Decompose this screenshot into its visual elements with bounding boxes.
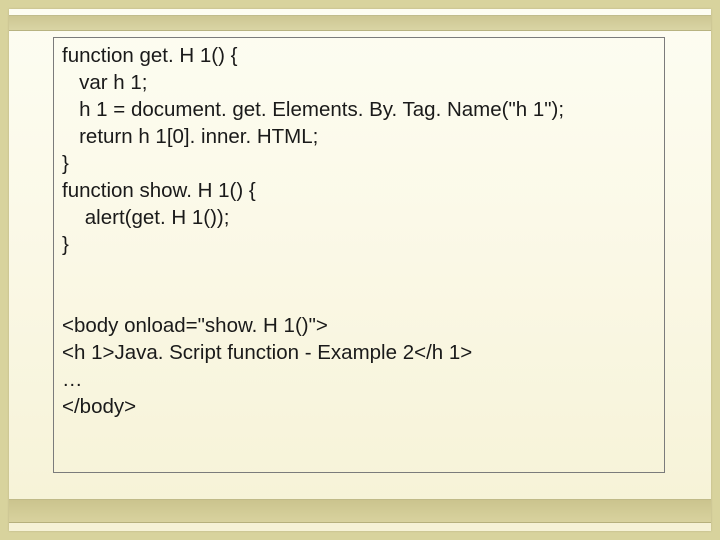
code-line: var h 1; (62, 69, 656, 96)
slide: function get. H 1() { var h 1; h 1 = doc… (9, 9, 711, 531)
code-line: function show. H 1() { (62, 177, 656, 204)
code-line: function get. H 1() { (62, 42, 656, 69)
code-line: } (62, 231, 656, 258)
code-line: <h 1>Java. Script function - Example 2</… (62, 339, 656, 366)
code-line: return h 1[0]. inner. HTML; (62, 123, 656, 150)
blank-line (62, 258, 656, 285)
decorative-bottom-band (9, 499, 711, 523)
code-line: </body> (62, 393, 656, 420)
code-line: … (62, 366, 656, 393)
code-example-box: function get. H 1() { var h 1; h 1 = doc… (53, 37, 665, 473)
code-line: h 1 = document. get. Elements. By. Tag. … (62, 96, 656, 123)
decorative-top-band (9, 15, 711, 31)
code-line: <body onload="show. H 1()"> (62, 312, 656, 339)
blank-line (62, 285, 656, 312)
code-line: } (62, 150, 656, 177)
code-line: alert(get. H 1()); (62, 204, 656, 231)
